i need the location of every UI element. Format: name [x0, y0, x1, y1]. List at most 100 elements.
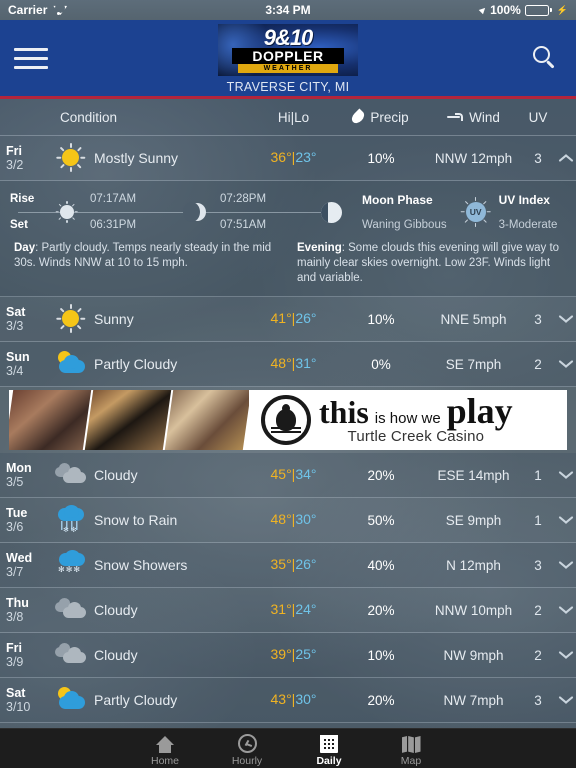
sunset-time: 06:31PM	[90, 219, 137, 231]
chevron-down-icon	[559, 603, 573, 617]
clock-icon	[237, 733, 257, 753]
chevron-down-icon	[559, 693, 573, 707]
table-row[interactable]: Tue 3/6 ✻ ✻ Snow to Rain 48°|30° 50% SE …	[0, 498, 576, 543]
row-condition: Cloudy	[36, 595, 251, 625]
day-narrative-text: : Partly cloudy. Temps nearly steady in …	[14, 242, 272, 269]
wind-icon	[447, 112, 464, 122]
sun-cloud-icon	[54, 349, 88, 379]
battery-icon	[524, 4, 552, 16]
row-day: Wed	[6, 551, 33, 565]
tab-map[interactable]: Map	[370, 733, 452, 767]
row-condition: Partly Cloudy	[36, 685, 251, 715]
battery-percent: 100%	[490, 3, 521, 17]
table-row[interactable]: Sat 3/3 Sunny 41°|26° 10% NNE 5mph 3	[0, 297, 576, 342]
row-wind: NW 9mph	[443, 647, 504, 663]
row-date: Sun 3/4	[0, 350, 36, 378]
row-date-num: 3/2	[6, 158, 24, 172]
row-expand-toggle[interactable]	[555, 151, 576, 165]
row-date: Wed 3/7	[0, 551, 36, 579]
column-header-wind: Wind	[426, 110, 521, 125]
row-condition-label: Partly Cloudy	[94, 356, 178, 372]
row-precip: 20%	[367, 467, 395, 483]
row-wind: NW 7mph	[443, 692, 504, 708]
row-date: Mon 3/5	[0, 461, 36, 489]
row-precip: 20%	[367, 692, 395, 708]
table-row[interactable]: Fri 3/9 Cloudy 39°|25° 10% NW 9mph 2	[0, 633, 576, 678]
cloudy-icon	[54, 595, 88, 625]
calendar-icon	[320, 733, 338, 753]
sun-cloud-icon	[54, 685, 88, 715]
row-day: Mon	[6, 461, 32, 475]
table-row[interactable]: Fri 3/2 Mostly Sunny 36°|23° 10% NNW 12m…	[0, 136, 576, 181]
row-precip: 0%	[371, 356, 391, 372]
tab-daily[interactable]: Daily	[288, 733, 370, 767]
moonset-time: 07:51AM	[220, 219, 267, 231]
row-condition-label: Partly Cloudy	[94, 692, 178, 708]
home-icon	[156, 733, 174, 753]
row-expand-toggle[interactable]	[555, 468, 576, 482]
logo-channel-text: 9&10	[263, 25, 314, 50]
row-expand-toggle[interactable]	[555, 513, 576, 527]
row-uv: 1	[534, 467, 542, 483]
table-row[interactable]: Thu 3/8 Cloudy 31°|24° 20% NNW 10mph 2	[0, 588, 576, 633]
table-row[interactable]: Wed 3/7 ✻✻✻ Snow Showers 35°|26° 40% N 1…	[0, 543, 576, 588]
row-date: Sat 3/3	[0, 305, 36, 333]
chevron-up-icon	[559, 151, 573, 165]
tab-home[interactable]: Home	[124, 733, 206, 767]
row-condition: Sunny	[36, 304, 251, 334]
chevron-down-icon	[559, 312, 573, 326]
search-icon[interactable]	[532, 45, 558, 71]
row-date: Fri 3/9	[0, 641, 36, 669]
cloudy-icon	[54, 640, 88, 670]
moon-phase-icon	[308, 201, 354, 223]
row-date-num: 3/10	[6, 700, 31, 714]
row-date-num: 3/7	[6, 565, 24, 579]
hamburger-icon[interactable]	[14, 43, 50, 73]
row-uv: 3	[534, 557, 542, 573]
row-day: Fri	[6, 641, 22, 655]
water-drop-icon	[349, 108, 367, 126]
day-narrative-label: Day	[14, 242, 36, 254]
row-date-num: 3/8	[6, 610, 24, 624]
row-hi: 41°	[270, 310, 292, 326]
rise-label: Rise	[10, 193, 35, 205]
table-row[interactable]: Sun 3/4 Partly Cloudy 48°|31° 0% SE 7mph…	[0, 342, 576, 387]
row-expand-toggle[interactable]	[555, 558, 576, 572]
table-row[interactable]: Sat 3/10 Partly Cloudy 43°|30° 20% NW 7m…	[0, 678, 576, 723]
ad-photo-1	[9, 390, 92, 450]
uv-index-label: UV Index	[498, 193, 550, 207]
row-hilo: 41°|26°	[270, 310, 317, 326]
row-lo: 25°	[295, 646, 317, 662]
row-uv: 3	[534, 692, 542, 708]
ad-word-ishow: is how we	[374, 409, 441, 427]
row-wind: SE 7mph	[445, 356, 502, 372]
row-precip: 40%	[367, 557, 395, 573]
table-row[interactable]: Mon 3/5 Cloudy 45°|34° 20% ESE 14mph 1	[0, 453, 576, 498]
tab-daily-label: Daily	[316, 755, 342, 767]
snow-rain-icon: ✻ ✻	[54, 505, 88, 535]
advertisement-banner[interactable]: this is how we play Turtle Creek Casino	[0, 387, 576, 453]
row-condition-label: Mostly Sunny	[94, 150, 179, 166]
row-expand-toggle[interactable]	[555, 312, 576, 326]
evening-narrative: Evening: Some clouds this evening will g…	[297, 241, 562, 286]
chevron-down-icon	[559, 513, 573, 527]
row-expand-toggle[interactable]	[555, 357, 576, 371]
set-label: Set	[10, 219, 28, 231]
row-wind: SE 9mph	[445, 512, 502, 528]
tab-hourly[interactable]: Hourly	[206, 733, 288, 767]
row-expand-toggle[interactable]	[555, 603, 576, 617]
row-expand-toggle[interactable]	[555, 693, 576, 707]
row-date-num: 3/5	[6, 475, 24, 489]
row-condition-label: Cloudy	[94, 647, 138, 663]
moon-phase-block: Moon Phase Waning Gibbous	[308, 193, 447, 231]
cloudy-icon	[54, 460, 88, 490]
row-wind: NNW 10mph	[434, 602, 513, 618]
row-hilo: 31°|24°	[270, 601, 317, 617]
sunrise-time: 07:17AM	[90, 193, 137, 205]
row-expand-toggle[interactable]	[555, 648, 576, 662]
row-hilo: 48°|30°	[270, 511, 317, 527]
row-hilo: 39°|25°	[270, 646, 317, 662]
row-uv: 1	[534, 512, 542, 528]
station-logo: 9&10 DOPPLER WEATHER	[218, 24, 358, 76]
sun-icon	[44, 201, 90, 223]
